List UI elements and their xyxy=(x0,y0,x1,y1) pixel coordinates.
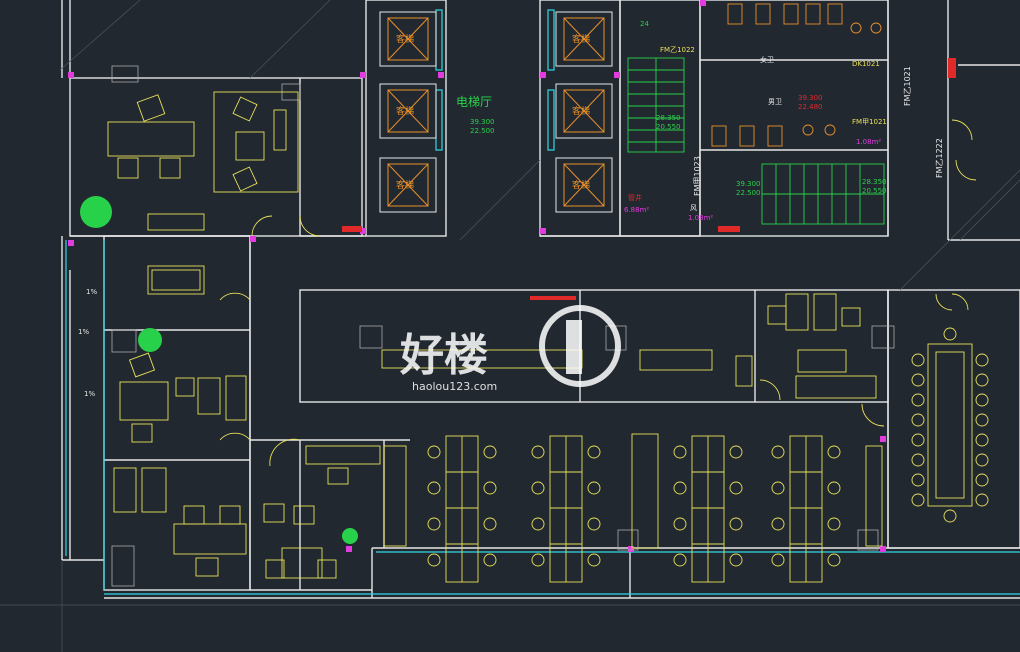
glazing xyxy=(65,9,1020,595)
area-label: 1.08m² xyxy=(856,138,881,146)
floor-plan: 客梯 客梯 客梯 客梯 客梯 客梯 电梯厅 39.300 22.500 28.3… xyxy=(0,0,1020,652)
elevator-label: 客梯 xyxy=(396,179,414,191)
area-label: 6.88m² xyxy=(624,206,649,214)
plants xyxy=(80,196,358,544)
dim-label: 39.300 xyxy=(470,118,495,126)
dim-label: 22.500 xyxy=(470,127,495,135)
workstation-cluster-3 xyxy=(673,435,743,583)
elevator-hall-label: 电梯厅 xyxy=(456,95,492,109)
furniture xyxy=(107,91,877,579)
dim-label: 20.550 xyxy=(862,187,887,195)
slope-label: 1% xyxy=(86,288,97,296)
stairs xyxy=(627,57,885,225)
door-label: FM乙1222 xyxy=(935,138,944,178)
doors xyxy=(219,119,977,467)
gridlines xyxy=(0,0,1020,652)
plant-icon xyxy=(342,528,358,544)
plant-icon xyxy=(80,196,112,228)
door-label: FM乙1022 xyxy=(660,46,695,54)
dim-label: 39.300 xyxy=(798,94,823,102)
dim-label: 22.500 xyxy=(736,189,761,197)
count-label: 24 xyxy=(640,20,649,28)
dim-label: 22.480 xyxy=(798,103,823,111)
elevator-label: 客梯 xyxy=(572,105,590,117)
watermark: 好楼 haolou123.com xyxy=(399,305,621,393)
workstation-cluster-4 xyxy=(771,435,841,583)
elevators: 客梯 客梯 客梯 客梯 客梯 客梯 xyxy=(379,11,613,213)
watermark-text: 好楼 xyxy=(399,330,488,381)
door-label: FM甲1023 xyxy=(693,156,702,196)
conference-table xyxy=(911,327,989,523)
elevator-label: 客梯 xyxy=(572,179,590,191)
door-label: DK1021 xyxy=(852,60,880,68)
columns xyxy=(68,0,886,552)
area-label: 1.08m² xyxy=(688,214,713,222)
slope-label: 1% xyxy=(78,328,89,336)
room-label: 管井 xyxy=(628,193,642,202)
slope-label: 1% xyxy=(84,390,95,398)
room-label: 风 xyxy=(690,204,697,212)
elevator-label: 客梯 xyxy=(396,33,414,45)
door-label: FM乙1021 xyxy=(903,66,912,106)
dim-label: 28.350 xyxy=(862,178,887,186)
dim-label: 39.300 xyxy=(736,180,761,188)
workstations xyxy=(383,433,883,583)
workstation-cluster-1 xyxy=(427,435,497,583)
room-label: 男卫 xyxy=(768,98,782,106)
room-label: 女卫 xyxy=(760,55,774,64)
elevator-label: 客梯 xyxy=(572,33,590,45)
vertical-labels: FM甲1023 FM乙1222 FM乙1021 xyxy=(693,66,944,196)
dim-label: 20.550 xyxy=(656,123,681,131)
elevator-label: 客梯 xyxy=(396,105,414,117)
column-hatch xyxy=(111,65,895,587)
workstation-cluster-2 xyxy=(531,435,601,583)
door-label: FM甲1021 xyxy=(852,118,887,126)
watermark-url: haolou123.com xyxy=(412,380,497,393)
plant-icon xyxy=(138,328,162,352)
storage-cabinets xyxy=(383,433,883,549)
dim-label: 28.350 xyxy=(656,114,681,122)
